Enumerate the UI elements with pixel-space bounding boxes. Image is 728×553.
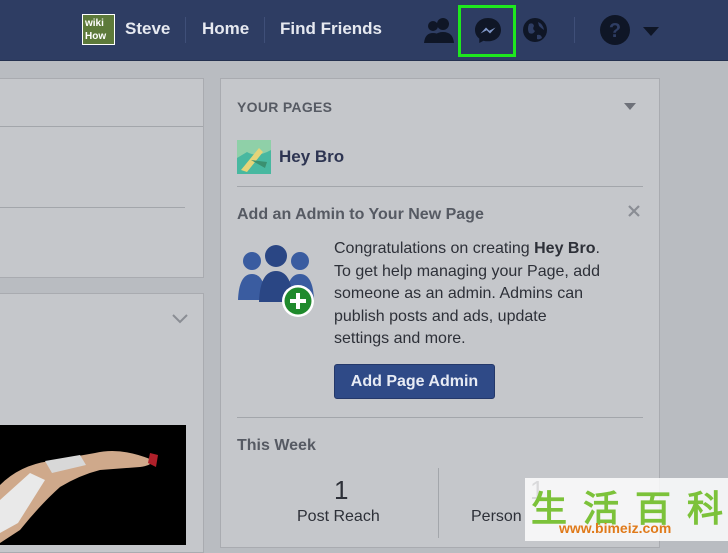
post-reach-label: Post Reach bbox=[297, 508, 380, 525]
account-dropdown-icon[interactable] bbox=[640, 13, 662, 47]
para-line: publish posts and ads, update bbox=[334, 307, 547, 325]
page-name-link[interactable]: Hey Bro bbox=[279, 147, 344, 167]
watermark-url: www.bimeiz.com bbox=[559, 520, 672, 536]
avatar-text-top: wiki bbox=[85, 18, 104, 29]
section-divider bbox=[237, 186, 643, 187]
admins-group-icon bbox=[236, 242, 318, 320]
stat-divider bbox=[438, 468, 439, 538]
profile-name-link[interactable]: Steve bbox=[125, 19, 170, 39]
find-friends-link[interactable]: Find Friends bbox=[280, 19, 382, 39]
page-thumbnail[interactable] bbox=[237, 140, 271, 174]
add-page-admin-button[interactable]: Add Page Admin bbox=[334, 364, 495, 399]
close-icon[interactable] bbox=[626, 203, 642, 219]
panel-divider bbox=[0, 207, 185, 208]
your-pages-dropdown-icon[interactable] bbox=[622, 99, 638, 113]
post-photo[interactable] bbox=[0, 425, 186, 545]
top-nav-bar: wiki How Steve Home Find Friends ? bbox=[0, 0, 728, 61]
nav-divider bbox=[264, 17, 265, 43]
notifications-globe-icon[interactable] bbox=[519, 13, 551, 47]
para-page-name: Hey Bro bbox=[534, 240, 596, 257]
engagement-label: Person bbox=[471, 508, 522, 525]
profile-avatar[interactable]: wiki How bbox=[82, 14, 115, 45]
para-line: someone as an admin. Admins can bbox=[334, 285, 584, 303]
messenger-highlight-box bbox=[458, 5, 516, 57]
home-link[interactable]: Home bbox=[202, 19, 249, 39]
post-reach-value: 1 bbox=[334, 475, 349, 505]
composer-panel bbox=[0, 78, 204, 278]
avatar-text-bottom: How bbox=[85, 31, 107, 42]
para-dot: . bbox=[595, 240, 600, 257]
para-line: To get help managing your Page, add bbox=[334, 262, 600, 280]
this-week-title: This Week bbox=[237, 437, 316, 454]
nav-divider bbox=[574, 17, 575, 43]
post-options-chevron-icon[interactable] bbox=[171, 312, 189, 326]
add-admin-description: Congratulations on creating Hey Bro. To … bbox=[334, 238, 634, 351]
panel-divider bbox=[0, 126, 203, 127]
nav-divider bbox=[185, 17, 186, 43]
friend-requests-icon[interactable] bbox=[423, 13, 455, 47]
svg-text:?: ? bbox=[609, 20, 621, 42]
para-line: Congratulations on creating bbox=[334, 240, 535, 257]
para-line: settings and more. bbox=[334, 330, 466, 348]
add-admin-title: Add an Admin to Your New Page bbox=[237, 206, 484, 223]
help-icon[interactable]: ? bbox=[599, 13, 631, 47]
your-pages-title: YOUR PAGES bbox=[237, 99, 333, 115]
watermark: 生活百科 www.bimeiz.com bbox=[525, 478, 728, 541]
section-divider bbox=[237, 417, 643, 418]
